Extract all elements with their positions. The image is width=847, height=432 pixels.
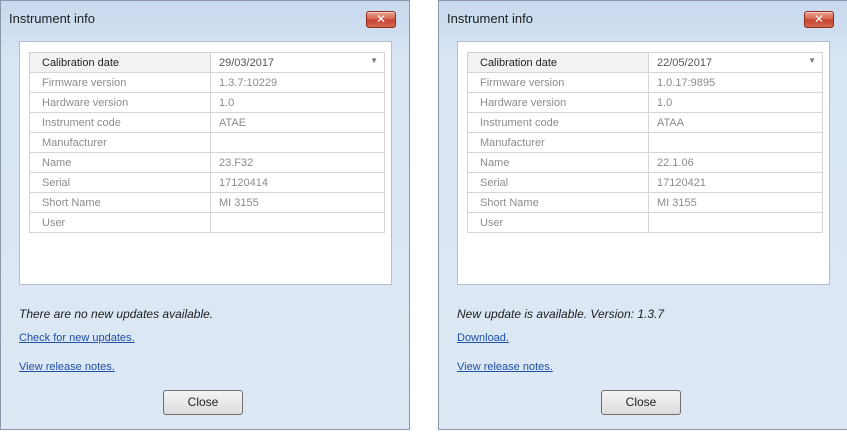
properties-grid: Calibration date 29/03/2017 ▼ Firmware ve… — [29, 52, 385, 233]
grid-label: User — [29, 212, 211, 233]
grid-row-firmware-version: Firmware version 1.0.17:9895 — [467, 72, 823, 93]
grid-row-serial: Serial 17120414 — [29, 172, 385, 193]
close-icon[interactable]: ✕ — [366, 11, 396, 28]
title-bar: Instrument info ✕ — [1, 1, 409, 39]
grid-label: Instrument code — [29, 112, 211, 133]
dialog-title: Instrument info — [9, 11, 95, 26]
grid-row-short-name: Short Name MI 3155 — [467, 192, 823, 213]
grid-value: 1.0 — [210, 92, 385, 113]
update-status-message: There are no new updates available. — [19, 307, 214, 321]
grid-value — [210, 212, 385, 233]
grid-value: 1.3.7:10229 — [210, 72, 385, 93]
grid-value: 29/03/2017 — [219, 56, 275, 69]
grid-value: MI 3155 — [210, 192, 385, 213]
properties-panel: Calibration date 29/03/2017 ▼ Firmware ve… — [19, 41, 392, 285]
grid-label: Firmware version — [467, 72, 649, 93]
grid-value: ATAA — [648, 112, 823, 133]
grid-value: ATAE — [210, 112, 385, 133]
grid-value: 22/05/2017 — [657, 56, 713, 69]
grid-label: Short Name — [467, 192, 649, 213]
grid-row-short-name: Short Name MI 3155 — [29, 192, 385, 213]
grid-label: Hardware version — [29, 92, 211, 113]
grid-value: MI 3155 — [648, 192, 823, 213]
grid-label: Calibration date — [467, 52, 649, 73]
properties-panel: Calibration date 22/05/2017 ▼ Firmware ve… — [457, 41, 830, 285]
grid-label: Instrument code — [467, 112, 649, 133]
grid-label: Serial — [467, 172, 649, 193]
grid-label: Serial — [29, 172, 211, 193]
grid-row-calibration-date[interactable]: Calibration date 22/05/2017 ▼ — [467, 52, 823, 73]
grid-label: Firmware version — [29, 72, 211, 93]
calibration-date-dropdown[interactable]: 22/05/2017 ▼ — [648, 52, 823, 73]
grid-row-name: Name 23.F32 — [29, 152, 385, 173]
grid-label: Calibration date — [29, 52, 211, 73]
download-link[interactable]: Download. — [457, 332, 509, 344]
close-icon[interactable]: ✕ — [804, 11, 834, 28]
grid-value: 22.1.06 — [648, 152, 823, 173]
grid-label: Short Name — [29, 192, 211, 213]
instrument-info-dialog-left: Instrument info ✕ Calibration date 29/03… — [0, 0, 410, 430]
grid-label: User — [467, 212, 649, 233]
grid-value: 17120421 — [648, 172, 823, 193]
close-button[interactable]: Close — [601, 390, 681, 415]
release-notes-link[interactable]: View release notes. — [457, 361, 553, 373]
grid-value: 1.0.17:9895 — [648, 72, 823, 93]
grid-value — [210, 132, 385, 153]
grid-row-manufacturer: Manufacturer — [29, 132, 385, 153]
chevron-down-icon[interactable]: ▼ — [808, 56, 816, 65]
grid-row-serial: Serial 17120421 — [467, 172, 823, 193]
dialog-title: Instrument info — [447, 11, 533, 26]
check-updates-link[interactable]: Check for new updates. — [19, 332, 135, 344]
grid-label: Hardware version — [467, 92, 649, 113]
grid-row-name: Name 22.1.06 — [467, 152, 823, 173]
close-button[interactable]: Close — [163, 390, 243, 415]
grid-label: Manufacturer — [467, 132, 649, 153]
grid-value — [648, 132, 823, 153]
grid-row-user: User — [467, 212, 823, 233]
chevron-down-icon[interactable]: ▼ — [370, 56, 378, 65]
grid-label: Name — [29, 152, 211, 173]
grid-row-user: User — [29, 212, 385, 233]
instrument-info-dialog-right: Instrument info ✕ Calibration date 22/05… — [438, 0, 847, 430]
grid-row-firmware-version: Firmware version 1.3.7:10229 — [29, 72, 385, 93]
grid-row-instrument-code: Instrument code ATAA — [467, 112, 823, 133]
grid-row-hardware-version: Hardware version 1.0 — [467, 92, 823, 113]
grid-value: 17120414 — [210, 172, 385, 193]
release-notes-link[interactable]: View release notes. — [19, 361, 115, 373]
grid-value: 23.F32 — [210, 152, 385, 173]
update-status-message: New update is available. Version: 1.3.7 — [457, 307, 665, 321]
grid-row-calibration-date[interactable]: Calibration date 29/03/2017 ▼ — [29, 52, 385, 73]
grid-row-manufacturer: Manufacturer — [467, 132, 823, 153]
grid-row-hardware-version: Hardware version 1.0 — [29, 92, 385, 113]
grid-value: 1.0 — [648, 92, 823, 113]
grid-row-instrument-code: Instrument code ATAE — [29, 112, 385, 133]
grid-label: Manufacturer — [29, 132, 211, 153]
grid-value — [648, 212, 823, 233]
properties-grid: Calibration date 22/05/2017 ▼ Firmware ve… — [467, 52, 823, 233]
grid-label: Name — [467, 152, 649, 173]
calibration-date-dropdown[interactable]: 29/03/2017 ▼ — [210, 52, 385, 73]
title-bar: Instrument info ✕ — [439, 1, 847, 39]
